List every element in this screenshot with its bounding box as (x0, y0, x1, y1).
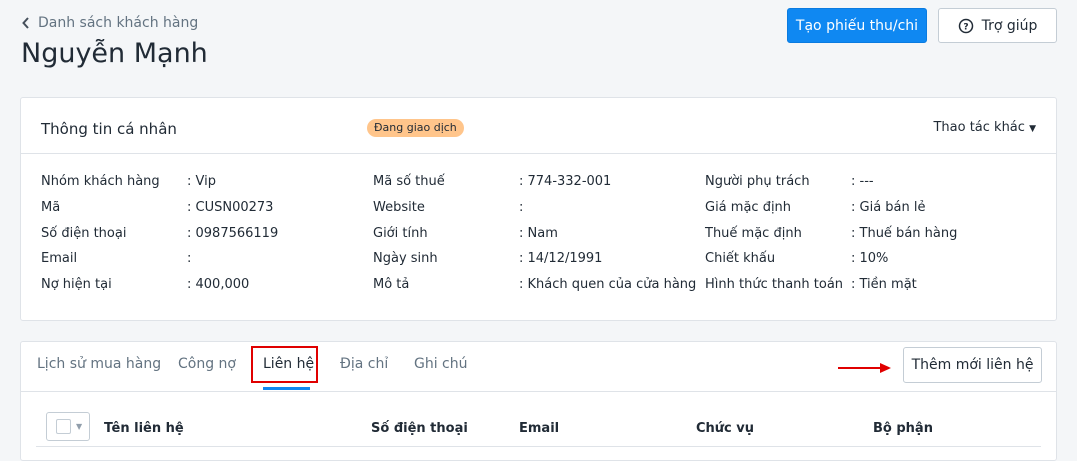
personal-info-card: Thông tin cá nhân Đang giao dịch Thao tá… (20, 97, 1057, 321)
more-actions-label: Thao tác khác (933, 120, 1025, 135)
caret-down-icon: ▼ (1029, 124, 1036, 134)
field-value: : Vip (187, 174, 216, 189)
field-value: : 0987566119 (187, 226, 279, 241)
field-label: Chiết khấu (705, 251, 776, 266)
chevron-left-icon (22, 17, 29, 29)
field-label: Hình thức thanh toán (705, 277, 844, 292)
field-label: Ngày sinh (373, 251, 438, 266)
field-label: Người phụ trách (705, 174, 810, 189)
help-circle-icon: ? (958, 18, 973, 33)
field-label: Giá mặc định (705, 200, 792, 215)
back-link[interactable]: Danh sách khách hàng (22, 15, 198, 31)
tab-item[interactable]: Công nợ (178, 356, 236, 372)
column-header: Bộ phận (873, 421, 933, 436)
tabs-card: Lịch sử mua hàng Công nợ Liên hệ Địa chỉ Ghi… (20, 341, 1057, 461)
field-value: : Tiền mặt (851, 277, 917, 292)
active-tab-indicator (263, 387, 310, 390)
field-value: : Thuế bán hàng (851, 226, 958, 241)
field-label: Mã số thuế (373, 174, 445, 189)
column-header: Tên liên hệ (104, 421, 184, 436)
field-value: : 14/12/1991 (519, 251, 603, 266)
field-value: : Khách quen của cửa hàng (519, 277, 697, 292)
field-value: : (519, 200, 524, 215)
column-header: Chức vụ (696, 421, 755, 436)
tab-item[interactable]: Địa chỉ (340, 356, 388, 372)
column-header: Số điện thoại (371, 421, 468, 436)
highlight-box (251, 346, 318, 383)
section-heading: Thông tin cá nhân (41, 120, 177, 138)
more-actions-dropdown[interactable]: Thao tác khác ▼ (933, 120, 1036, 135)
field-value: : (187, 251, 192, 266)
red-arrow-icon (838, 363, 891, 373)
field-value: : --- (851, 174, 874, 189)
field-label: Mã (41, 200, 61, 215)
field-label: Giới tính (373, 226, 428, 241)
field-label: Website (373, 200, 425, 215)
help-label: Trợ giúp (981, 17, 1038, 34)
field-value: : 400,000 (187, 277, 250, 292)
create-receipt-button[interactable]: Tạo phiếu thu/chi (787, 8, 927, 43)
field-label: Email (41, 251, 78, 266)
tab-item[interactable]: Lịch sử mua hàng (37, 356, 161, 372)
field-label: Nhóm khách hàng (41, 174, 160, 189)
add-contact-button[interactable]: Thêm mới liên hệ (903, 347, 1042, 383)
field-value: : CUSN00273 (187, 200, 274, 215)
table-header-divider (36, 446, 1041, 447)
caret-down-icon: ▼ (76, 422, 83, 431)
help-button[interactable]: ? Trợ giúp (938, 8, 1057, 43)
status-badge: Đang giao dịch (367, 119, 464, 137)
field-value: : Giá bán lẻ (851, 200, 926, 215)
back-link-label: Danh sách khách hàng (38, 15, 199, 31)
svg-text:?: ? (963, 22, 968, 32)
field-label: Mô tả (373, 277, 410, 292)
field-label: Nợ hiện tại (41, 277, 112, 292)
column-header: Email (519, 421, 560, 436)
select-all-checkbox[interactable]: ▼ (46, 412, 90, 441)
field-value: : 774-332-001 (519, 174, 612, 189)
field-label: Số điện thoại (41, 226, 127, 241)
field-value: : 10% (851, 251, 889, 266)
tab-item[interactable]: Ghi chú (414, 356, 468, 372)
field-value: : Nam (519, 226, 558, 241)
tab-divider (21, 391, 1056, 392)
page-title: Nguyễn Mạnh (21, 38, 208, 69)
field-label: Thuế mặc định (705, 226, 802, 241)
